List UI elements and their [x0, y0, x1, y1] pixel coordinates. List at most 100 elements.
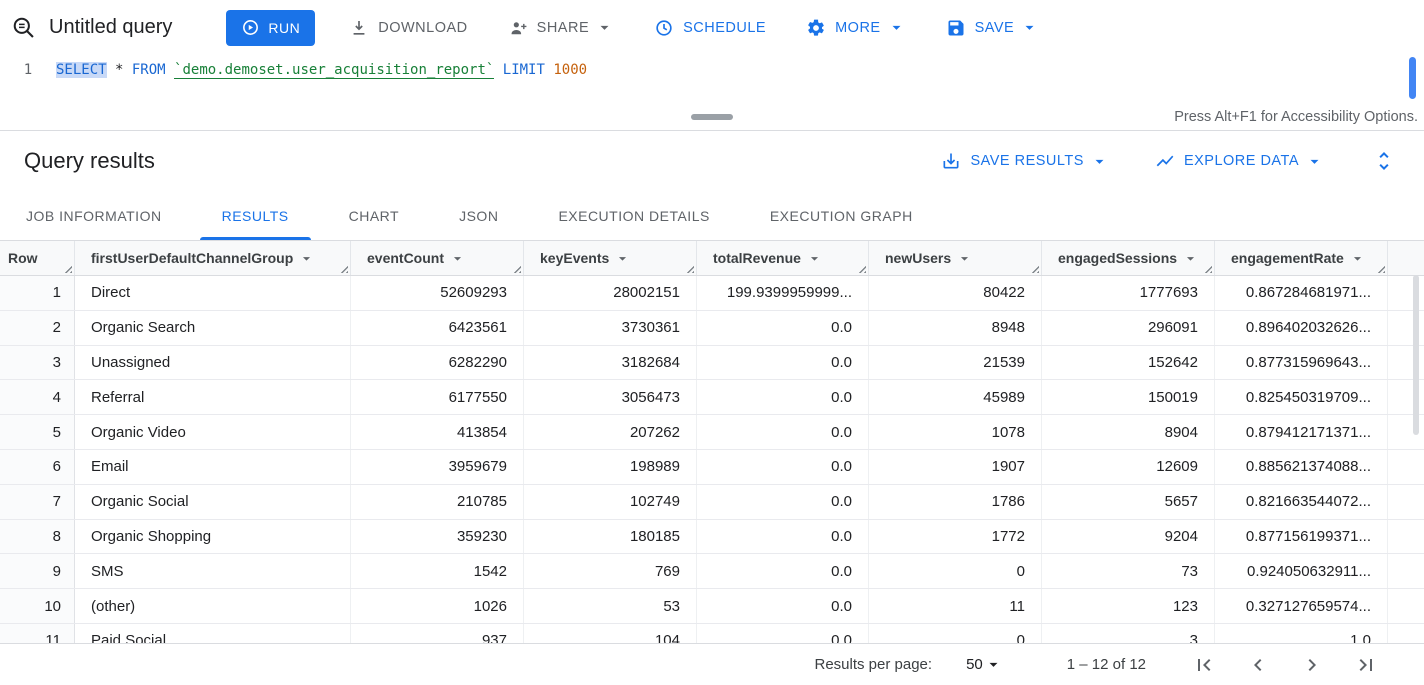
- table-row: 8Organic Shopping3592301801850.017729204…: [0, 520, 1424, 555]
- column-header-firstUserDefaultChannelGroup[interactable]: firstUserDefaultChannelGroup: [75, 241, 351, 275]
- sql-token-table-reference: `demo.demoset.user_acquisition_report`: [174, 62, 494, 79]
- editor-scrollbar[interactable]: [1409, 57, 1416, 99]
- data-cell: 1078: [869, 415, 1042, 449]
- share-button[interactable]: SHARE: [506, 12, 616, 44]
- column-resize-handle[interactable]: [511, 263, 521, 273]
- column-resize-handle[interactable]: [856, 263, 866, 273]
- data-cell: 0.867284681971...: [1215, 276, 1388, 310]
- expand-panel-button[interactable]: [1370, 147, 1398, 175]
- row-number-cell: 1: [0, 276, 75, 310]
- explore-data-button[interactable]: EXPLORE DATA: [1155, 151, 1324, 171]
- row-number-cell: 5: [0, 415, 75, 449]
- data-cell: 0.896402032626...: [1215, 311, 1388, 345]
- data-cell: 0.879412171371...: [1215, 415, 1388, 449]
- toolbar-actions: DOWNLOAD SHARE SCHEDULE MORE SAVE: [347, 12, 1041, 44]
- results-per-page-select[interactable]: 50: [966, 655, 1003, 674]
- tab-execution-graph[interactable]: EXECUTION GRAPH: [740, 191, 943, 240]
- column-header-engagementRate[interactable]: engagementRate: [1215, 241, 1388, 275]
- save-button[interactable]: SAVE: [944, 12, 1042, 44]
- tab-chart[interactable]: CHART: [319, 191, 429, 240]
- table-scrollbar[interactable]: [1411, 241, 1421, 643]
- sort-menu-icon[interactable]: [449, 250, 466, 267]
- data-cell: (other): [75, 589, 351, 623]
- column-resize-handle[interactable]: [1029, 263, 1039, 273]
- sort-menu-icon[interactable]: [956, 250, 973, 267]
- data-cell: 102749: [524, 485, 697, 519]
- schedule-button[interactable]: SCHEDULE: [652, 12, 768, 44]
- column-header-eventCount[interactable]: eventCount: [351, 241, 524, 275]
- data-cell: 180185: [524, 520, 697, 554]
- next-page-button[interactable]: [1300, 653, 1324, 677]
- data-cell: 3182684: [524, 346, 697, 380]
- save-results-button[interactable]: SAVE RESULTS: [941, 151, 1108, 171]
- chevron-down-icon: [1020, 18, 1039, 37]
- data-cell: 11: [869, 589, 1042, 623]
- download-button[interactable]: DOWNLOAD: [347, 12, 469, 44]
- column-resize-handle[interactable]: [1202, 263, 1212, 273]
- query-toolbar: Untitled query RUN DOWNLOAD SHARE SCHEDU…: [0, 0, 1424, 55]
- sort-menu-icon[interactable]: [1349, 250, 1366, 267]
- table-row: 2Organic Search642356137303610.089482960…: [0, 311, 1424, 346]
- column-resize-handle[interactable]: [684, 263, 694, 273]
- results-title: Query results: [24, 148, 941, 174]
- data-cell: 80422: [869, 276, 1042, 310]
- schedule-label: SCHEDULE: [683, 20, 766, 36]
- column-header-newUsers[interactable]: newUsers: [869, 241, 1042, 275]
- data-cell: 198989: [524, 450, 697, 484]
- clock-icon: [654, 18, 674, 38]
- person-add-icon: [508, 18, 528, 38]
- data-cell: 0: [869, 554, 1042, 588]
- sort-menu-icon[interactable]: [298, 250, 315, 267]
- sql-code-line[interactable]: SELECT * FROM `demo.demoset.user_acquisi…: [56, 55, 587, 105]
- row-number-cell: 2: [0, 311, 75, 345]
- sort-menu-icon[interactable]: [806, 250, 823, 267]
- last-page-icon: [1354, 653, 1378, 677]
- row-number-cell: 9: [0, 554, 75, 588]
- data-cell: 359230: [351, 520, 524, 554]
- first-page-button[interactable]: [1192, 653, 1216, 677]
- column-header-engagedSessions[interactable]: engagedSessions: [1042, 241, 1215, 275]
- more-button[interactable]: MORE: [804, 12, 908, 44]
- last-page-button[interactable]: [1354, 653, 1378, 677]
- previous-page-button[interactable]: [1246, 653, 1270, 677]
- sql-token-select-keyword: SELECT: [56, 62, 107, 78]
- run-button[interactable]: RUN: [226, 10, 315, 46]
- data-cell: 0.0: [697, 485, 869, 519]
- data-cell: 1786: [869, 485, 1042, 519]
- sql-editor[interactable]: 1 SELECT * FROM `demo.demoset.user_acqui…: [0, 55, 1424, 105]
- data-cell: 1777693: [1042, 276, 1215, 310]
- sql-token-space: [166, 62, 174, 78]
- row-number-cell: 6: [0, 450, 75, 484]
- tab-execution-details[interactable]: EXECUTION DETAILS: [528, 191, 739, 240]
- chevron-down-icon: [595, 18, 614, 37]
- data-cell: 104: [524, 624, 697, 643]
- data-cell: 45989: [869, 380, 1042, 414]
- tab-results[interactable]: RESULTS: [192, 191, 319, 240]
- data-cell: 0.821663544072...: [1215, 485, 1388, 519]
- first-page-icon: [1192, 653, 1216, 677]
- data-cell: 3: [1042, 624, 1215, 643]
- column-resize-handle[interactable]: [1375, 263, 1385, 273]
- column-resize-handle[interactable]: [62, 263, 72, 273]
- tab-json[interactable]: JSON: [429, 191, 528, 240]
- column-header-Row[interactable]: Row: [0, 241, 75, 275]
- panel-resize-handle[interactable]: [691, 114, 733, 120]
- data-cell: 0.0: [697, 415, 869, 449]
- column-header-totalRevenue[interactable]: totalRevenue: [697, 241, 869, 275]
- play-icon: [241, 18, 260, 37]
- column-label: keyEvents: [540, 250, 609, 266]
- data-cell: 0.327127659574...: [1215, 589, 1388, 623]
- sort-menu-icon[interactable]: [1182, 250, 1199, 267]
- data-cell: 73: [1042, 554, 1215, 588]
- data-cell: 1.0: [1215, 624, 1388, 643]
- results-table: RowfirstUserDefaultChannelGroupeventCoun…: [0, 241, 1424, 643]
- chart-icon: [1155, 151, 1175, 171]
- column-header-keyEvents[interactable]: keyEvents: [524, 241, 697, 275]
- sort-menu-icon[interactable]: [614, 250, 631, 267]
- data-cell: 9204: [1042, 520, 1215, 554]
- data-cell: 152642: [1042, 346, 1215, 380]
- column-resize-handle[interactable]: [338, 263, 348, 273]
- pagination-bar: Results per page: 50 1 – 12 of 12: [0, 643, 1424, 685]
- table-header-row: RowfirstUserDefaultChannelGroupeventCoun…: [0, 241, 1424, 276]
- tab-job-information[interactable]: JOB INFORMATION: [0, 191, 192, 240]
